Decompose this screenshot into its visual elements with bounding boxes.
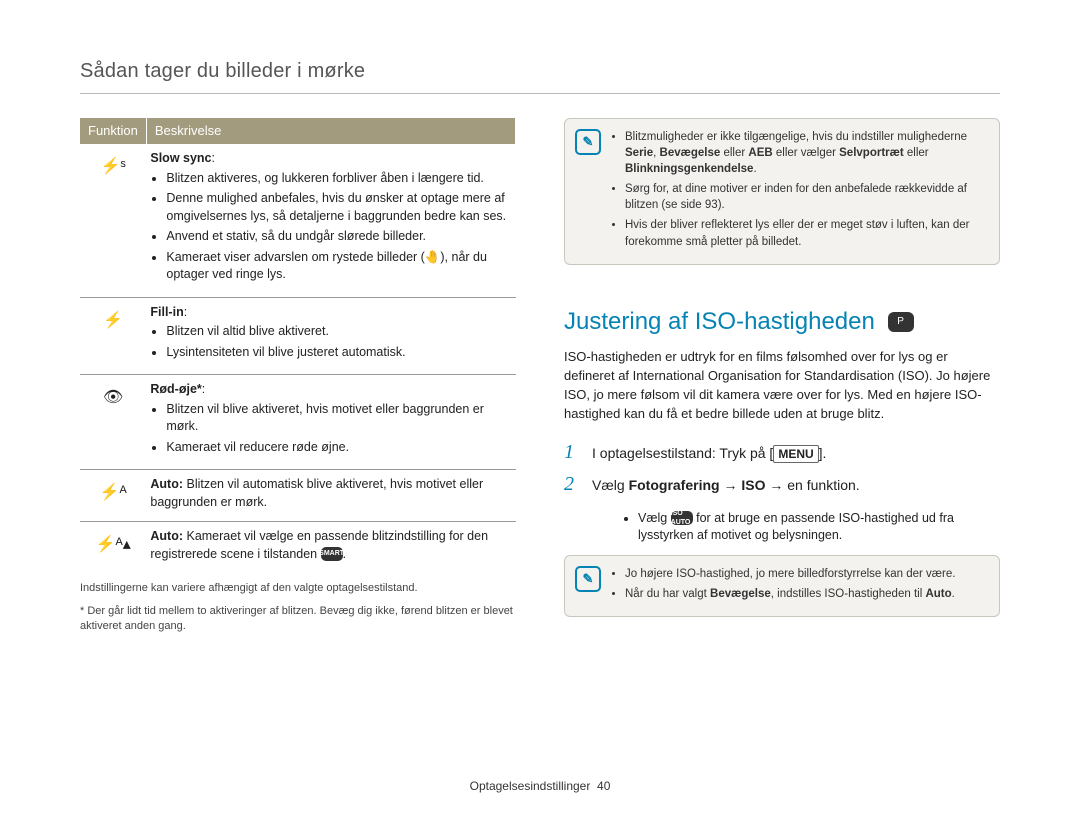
body-paragraph: ISO-hastigheden er udtryk for en films f… [564, 348, 1000, 423]
flash-slow-sync-icon: ⚡ˢ [101, 158, 126, 175]
step-2-sub-bullet: Vælg ISO AUTO for at bruge en passende I… [638, 510, 1000, 545]
row-title: Rød-øje* [150, 382, 201, 396]
page-footer: Optagelsesindstillinger 40 [0, 779, 1080, 793]
red-eye-icon: 👁 [103, 389, 123, 406]
note-bullet: Blitzmuligheder er ikke tilgængelige, hv… [625, 129, 985, 177]
note-bullet: Sørg for, at dine motiver er inden for d… [625, 181, 985, 213]
steps-list: 1 I optagelsestilstand: Tryk på [MENU]. … [564, 438, 1000, 498]
note-icon: ✎ [575, 129, 601, 155]
table-row: 👁 Rød-øje*: Blitzen vil blive aktiveret,… [80, 375, 516, 470]
step-number-1: 1 [564, 438, 582, 466]
flash-table: Funktion Beskrivelse ⚡ˢ Slow sync: Blitz… [80, 118, 516, 573]
row-title: Slow sync [150, 151, 211, 165]
footer-label: Optagelsesindstillinger [470, 779, 591, 793]
bullet: Denne mulighed anbefales, hvis du ønsker… [166, 190, 511, 225]
bullet: Kameraet vil reducere røde øjne. [166, 439, 511, 457]
bullet: Blitzen vil blive aktiveret, hvis motive… [166, 401, 511, 436]
running-head: Sådan tager du billeder i mørke [80, 60, 1000, 94]
flash-auto-smart-icon: ⚡ᴬ▴ [96, 536, 131, 553]
flash-auto-icon: ⚡ᴬ [100, 484, 127, 501]
left-column: Funktion Beskrivelse ⚡ˢ Slow sync: Blitz… [80, 118, 516, 634]
step-number-2: 2 [564, 470, 582, 498]
note-bullet: Når du har valgt Bevægelse, indstilles I… [625, 586, 985, 602]
footnote-2: * Der går lidt tid mellem to aktiveringe… [80, 604, 516, 634]
col-header-beskrivelse: Beskrivelse [146, 118, 515, 144]
step-2: 2 Vælg Fotografering → ISO → en funktion… [564, 470, 1000, 498]
note-bullet: Hvis der bliver reflekteret lys eller de… [625, 217, 985, 249]
table-row: ⚡ Fill-in: Blitzen vil altid blive aktiv… [80, 297, 516, 375]
row-prefix: Auto: [150, 529, 186, 543]
page-number: 40 [597, 779, 610, 793]
right-column: ✎ Blitzmuligheder er ikke tilgængelige, … [564, 118, 1000, 634]
note-box-bottom: ✎ Jo højere ISO-hastighed, jo mere bille… [564, 555, 1000, 617]
table-row: ⚡ˢ Slow sync: Blitzen aktiveres, og lukk… [80, 144, 516, 297]
note-bullet: Jo højere ISO-hastighed, jo mere billedf… [625, 566, 985, 582]
section-title: Justering af ISO-hastigheden P [564, 305, 1000, 339]
step-1: 1 I optagelsestilstand: Tryk på [MENU]. [564, 438, 1000, 466]
footnote-1: Indstillingerne kan variere afhængigt af… [80, 581, 516, 596]
note-box-top: ✎ Blitzmuligheder er ikke tilgængelige, … [564, 118, 1000, 265]
table-row: ⚡ᴬ Auto: Blitzen vil automatisk blive ak… [80, 470, 516, 522]
iso-auto-icon: ISO AUTO [671, 511, 693, 525]
row-prefix: Auto: [150, 477, 186, 491]
row-text: Blitzen vil automatisk blive aktiveret, … [150, 477, 483, 509]
table-row: ⚡ᴬ▴ Auto: Kameraet vil vælge en passende… [80, 522, 516, 574]
mode-p-icon: P [888, 312, 914, 332]
bullet: Kameraet viser advarslen om rystede bill… [166, 249, 511, 284]
bullet: Blitzen aktiveres, og lukkeren forbliver… [166, 170, 511, 188]
smart-mode-icon: SMART [321, 547, 343, 561]
menu-button-label: MENU [773, 445, 818, 464]
bullet: Anvend et stativ, så du undgår slørede b… [166, 228, 511, 246]
flash-fill-in-icon: ⚡ [103, 312, 123, 329]
note-icon: ✎ [575, 566, 601, 592]
bullet: Lysintensiteten vil blive justeret autom… [166, 344, 511, 362]
bullet: Blitzen vil altid blive aktiveret. [166, 323, 511, 341]
col-header-funktion: Funktion [80, 118, 146, 144]
row-title: Fill-in [150, 305, 183, 319]
